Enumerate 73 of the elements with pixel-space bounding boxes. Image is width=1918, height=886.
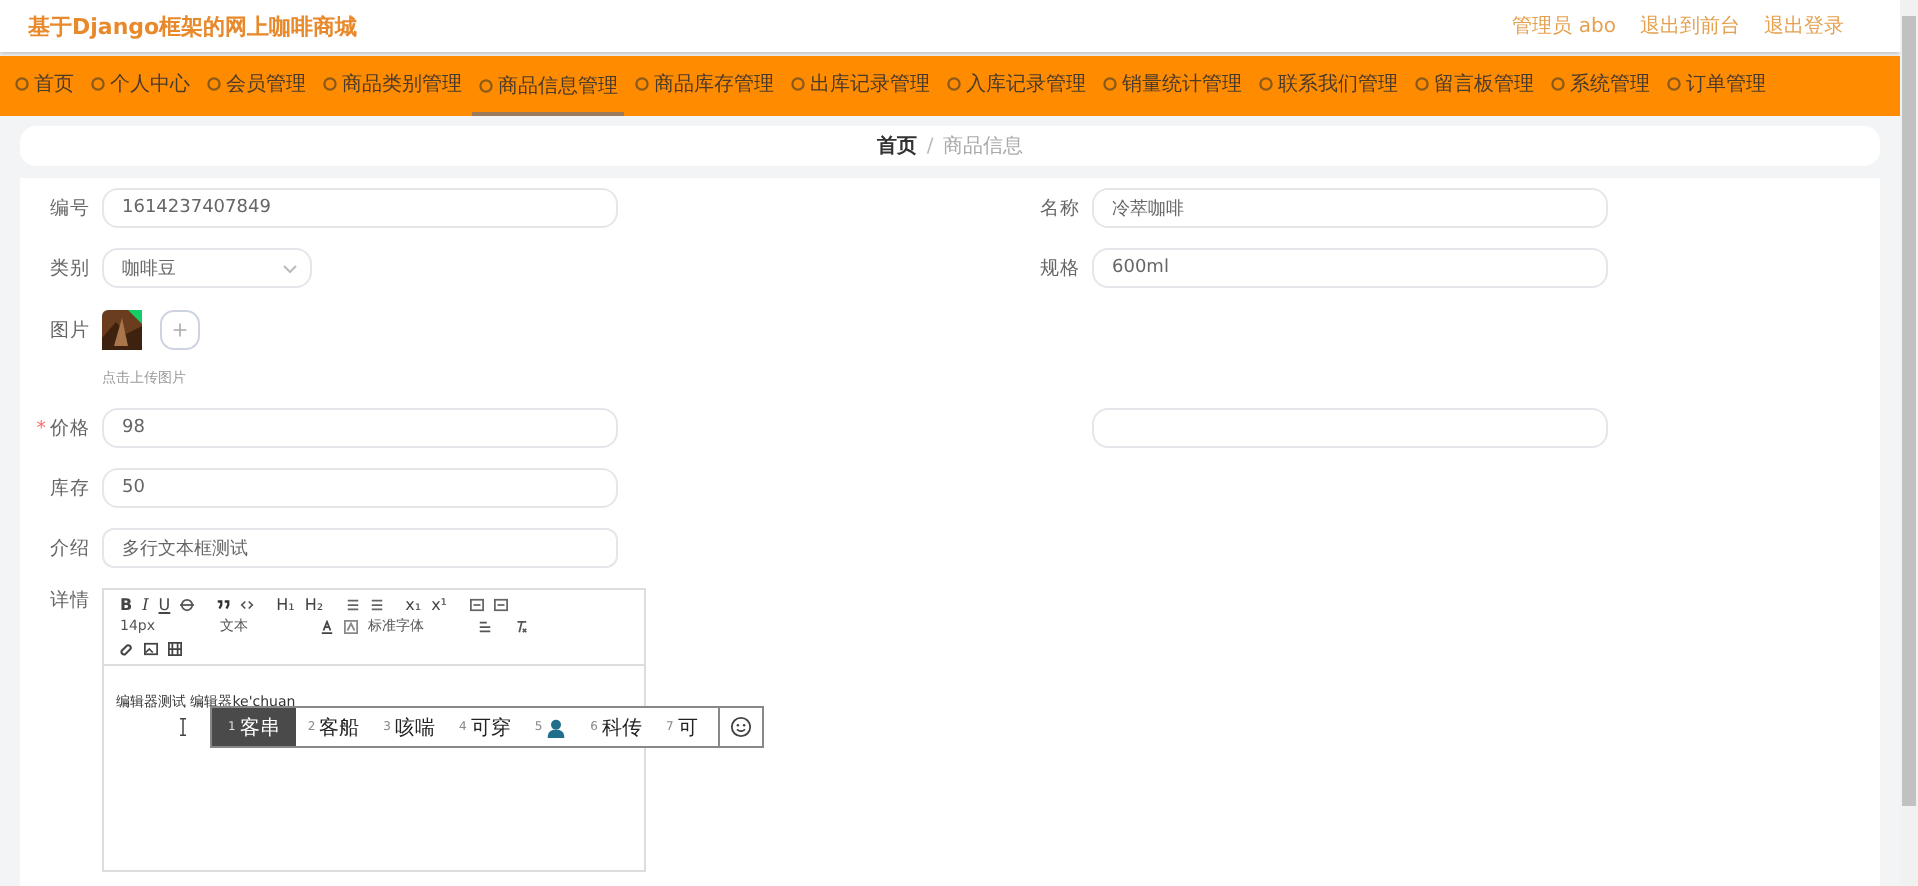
menu-item-icon [322,76,338,92]
nav-item[interactable]: 联系我们管理 [1252,56,1404,116]
menu-item-icon [478,78,494,94]
person-icon [546,717,567,737]
breadcrumb-separator: / [926,135,934,157]
nav-item[interactable]: 商品类别管理 [316,56,468,116]
heading-one-tool[interactable]: H₁ [276,596,295,614]
nav-item[interactable]: 系统管理 [1544,56,1656,116]
input-field[interactable]: 600ml [1092,248,1608,288]
input-field[interactable]: 98 [102,408,618,448]
subscript-tool[interactable]: x₁ [405,596,422,614]
menu-item-icon [1258,76,1274,92]
input-field[interactable]: 冷萃咖啡 [1092,188,1608,228]
menu-item-icon [1666,76,1682,92]
menu-item-icon [1102,76,1118,92]
plus-icon [172,322,188,338]
menu-item-icon [790,76,806,92]
breadcrumb-item: 商品信息 [943,133,1024,160]
nav-item[interactable]: 会员管理 [200,56,312,116]
bold-tool[interactable]: B [120,596,133,614]
breadcrumb-item[interactable]: 首页 [876,132,917,160]
code-icon[interactable] [240,598,255,612]
quote-icon[interactable] [216,598,231,612]
align-icon[interactable] [478,620,492,634]
nav-item[interactable]: 订单管理 [1660,56,1772,116]
text-cursor-icon [178,718,188,736]
field-label: * 价格 [34,415,90,441]
image-icon[interactable] [144,642,158,656]
nav-item[interactable]: 首页 [8,56,80,116]
site-title: 基于Django框架的网上咖啡商城 [28,11,358,41]
bullet-list-icon[interactable] [369,598,384,612]
input-field[interactable]: 1614237407849 [102,188,618,228]
input-field[interactable] [1092,408,1608,448]
text-area[interactable]: 多行文本框测试 [102,528,618,568]
field-label: 规格 [1038,255,1080,281]
field-label: 编号 [48,195,90,221]
chevron-down-icon [282,260,298,276]
nav-item[interactable]: 商品信息管理 [472,56,624,116]
menu-item-icon [634,76,650,92]
scrollbar[interactable] [1900,0,1918,886]
clear-format-icon[interactable] [514,620,528,634]
field-label: 图片 [48,317,90,343]
link-icon[interactable] [120,642,134,656]
superscript-tool[interactable]: x¹ [431,596,448,614]
nav-item[interactable]: 个人中心 [84,56,196,116]
menu-item-icon [946,76,962,92]
menu-item-icon [14,76,30,92]
italic-tool[interactable]: I [142,596,149,614]
strikethrough-icon[interactable] [180,598,195,612]
ordered-list-icon[interactable] [345,598,360,612]
field-label: 介绍 [48,535,90,561]
select-field[interactable]: 咖啡豆 [102,248,312,288]
input-field[interactable]: 50 [102,468,618,508]
underline-tool[interactable]: U [158,596,171,614]
highlight-icon[interactable] [344,620,358,634]
menu-item-icon [206,76,222,92]
nav-item[interactable]: 留言板管理 [1408,56,1540,116]
field-label: 详情 [48,588,90,614]
nav-item[interactable]: 入库记录管理 [940,56,1092,116]
outdent-icon[interactable] [469,598,484,612]
menu-item-icon [1414,76,1430,92]
indent-icon[interactable] [493,598,508,612]
video-icon[interactable] [168,642,182,656]
nav-item[interactable]: 销量统计管理 [1096,56,1248,116]
nav-item[interactable]: 出库记录管理 [784,56,936,116]
menu-item-icon [1550,76,1566,92]
nav-item[interactable]: 商品库存管理 [628,56,780,116]
field-label: 类别 [48,255,90,281]
menu-item-icon [90,76,106,92]
field-label: 库存 [48,475,90,501]
field-label: 名称 [1038,195,1080,221]
heading-two-tool[interactable]: H₂ [304,596,324,614]
text-color-icon[interactable] [320,620,334,634]
